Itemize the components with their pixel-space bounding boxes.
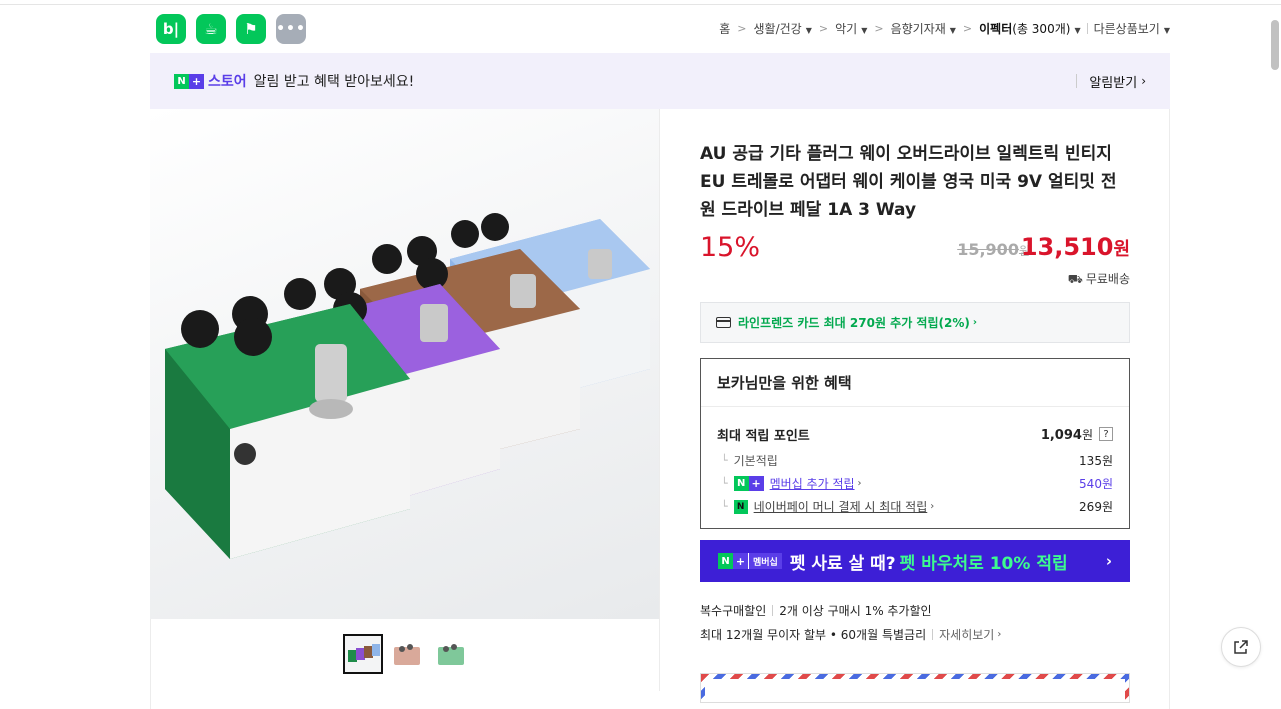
membership-point-row: └ N + 멤버십 추가 적립 › 540원 xyxy=(721,475,1113,492)
breadcrumb-category-4[interactable]: 이펙터(총 300개) ▼ xyxy=(979,20,1080,37)
chevron-right-icon: › xyxy=(1141,74,1146,88)
thumbnail[interactable] xyxy=(387,634,427,674)
chevron-right-icon: › xyxy=(972,317,977,328)
product-main-image[interactable] xyxy=(150,109,659,619)
app-launcher: b| ☕ ⚑ ••• xyxy=(156,14,306,44)
npay-point-link[interactable]: 네이버페이 머니 결제 시 최대 적립 xyxy=(754,498,928,515)
caret-down-icon: ▼ xyxy=(861,26,868,35)
chevron-right-icon: › xyxy=(930,501,935,512)
discount-rate: 15% xyxy=(700,232,761,263)
store-label: 스토어 xyxy=(208,74,247,90)
share-icon xyxy=(1234,640,1248,654)
max-point-row: 최대 적립 포인트 1,094원 ? xyxy=(717,421,1113,447)
breadcrumb-category-2[interactable]: 악기 ▼ xyxy=(835,20,867,37)
basic-point-row: └ 기본적립 135원 xyxy=(721,454,1113,468)
cafe-icon[interactable]: ☕ xyxy=(196,14,226,44)
breadcrumb-separator-icon: > xyxy=(737,22,747,35)
caret-down-icon: ▼ xyxy=(1163,26,1170,35)
extra-benefits: 복수구매할인 2개 이상 구매시 1% 추가할인 최대 12개월 무이자 할부 … xyxy=(700,598,1130,646)
chevron-right-icon: › xyxy=(857,478,862,489)
shipping-info: ⛟ 무료배송 xyxy=(1067,272,1130,286)
npay-point-row: └ N 네이버페이 머니 결제 시 최대 적립 › 269원 xyxy=(721,498,1113,515)
banner-message: 알림 받고 혜택 받아보세요! xyxy=(253,74,415,90)
sale-price: 13,510원 xyxy=(1020,233,1130,261)
breadcrumb-separator-icon: > xyxy=(962,22,973,35)
multi-purchase-row: 복수구매할인 2개 이상 구매시 1% 추가할인 xyxy=(700,603,932,618)
membership-promo-banner[interactable]: N + 멤버십 펫 사료 살 때? 펫 바우처로 10% 적립 › xyxy=(700,540,1130,582)
chevron-right-icon: › xyxy=(997,628,1002,640)
naver-pay-icon: N xyxy=(733,499,748,514)
coupon-envelope-banner[interactable] xyxy=(700,673,1130,703)
price-row: 15% 15,900원 13,510원 xyxy=(700,232,1130,272)
divider xyxy=(772,604,774,616)
caret-down-icon: ▼ xyxy=(1074,26,1081,35)
top-border xyxy=(0,4,1281,5)
thumbnail-strip xyxy=(343,634,471,674)
membership-point-link[interactable]: 멤버십 추가 적립 xyxy=(770,475,855,492)
caret-down-icon: ▼ xyxy=(949,26,956,35)
truck-icon: ⛟ xyxy=(1067,272,1083,286)
breadcrumb-category-1[interactable]: 생활/건강 ▼ xyxy=(754,20,812,37)
details-link[interactable]: 자세히보기 xyxy=(939,626,994,643)
store-icon[interactable]: ⚑ xyxy=(236,14,266,44)
membership-badge: N + 멤버십 xyxy=(718,553,782,569)
product-title: AU 공급 기타 플러그 웨이 오버드라이브 일렉트릭 빈티지 EU 트레몰로 … xyxy=(700,144,1117,220)
original-price: 15,900원 xyxy=(957,240,1030,259)
blog-icon[interactable]: b| xyxy=(156,14,186,44)
branch-icon: └ xyxy=(721,477,728,490)
card-promo-banner[interactable]: 라인프렌즈 카드 최대 270원 추가 적립(2%) › xyxy=(700,302,1130,343)
chevron-right-icon: › xyxy=(1105,552,1112,570)
caret-down-icon: ▼ xyxy=(805,26,812,35)
branch-icon: └ xyxy=(721,500,728,513)
breadcrumb-category-3[interactable]: 음향기자재 ▼ xyxy=(891,20,956,37)
branch-icon: └ xyxy=(721,454,728,467)
thumbnail[interactable] xyxy=(343,634,383,674)
credit-card-icon xyxy=(716,317,731,328)
divider xyxy=(1076,74,1078,88)
breadcrumb-separator-icon: > xyxy=(874,22,884,35)
benefit-box: 보카님만을 위한 혜택 최대 적립 포인트 1,094원 ? └ 기본적립 13… xyxy=(700,358,1130,529)
share-button[interactable] xyxy=(1221,627,1261,667)
product-info: AU 공급 기타 플러그 웨이 오버드라이브 일렉트릭 빈티지 EU 트레몰로 … xyxy=(700,140,1130,646)
divider xyxy=(1086,23,1088,34)
naver-plus-icon: N + xyxy=(733,476,764,491)
breadcrumb-separator-icon: > xyxy=(818,22,829,35)
thumbnail[interactable] xyxy=(431,634,471,674)
product-gallery xyxy=(150,109,660,691)
notify-button[interactable]: 알림받기 › xyxy=(1076,72,1146,91)
store-notification-banner: N + 스토어 알림 받고 혜택 받아보세요! 알림받기 › xyxy=(150,53,1170,109)
breadcrumb: 홈 > 생활/건강 ▼ > 악기 ▼ > 음향기자재 ▼ > 이펙터(총 300개) ▼… xyxy=(719,20,1170,37)
naver-plus-icon: N + xyxy=(174,73,204,89)
scrollbar-thumb[interactable] xyxy=(1271,20,1279,70)
breadcrumb-home[interactable]: 홈 xyxy=(719,20,730,37)
divider xyxy=(932,628,934,640)
installment-row: 최대 12개월 무이자 할부 • 60개월 특별금리 자세히보기 › xyxy=(700,626,1002,643)
more-apps-icon[interactable]: ••• xyxy=(276,14,306,44)
benefit-body: 최대 적립 포인트 1,094원 ? └ 기본적립 135원 └ N + 멤버십 … xyxy=(701,407,1129,528)
benefit-title: 보카님만을 위한 혜택 xyxy=(701,359,1129,407)
other-products-dropdown[interactable]: 다른상품보기 ▼ xyxy=(1094,20,1170,37)
help-icon[interactable]: ? xyxy=(1099,427,1113,441)
